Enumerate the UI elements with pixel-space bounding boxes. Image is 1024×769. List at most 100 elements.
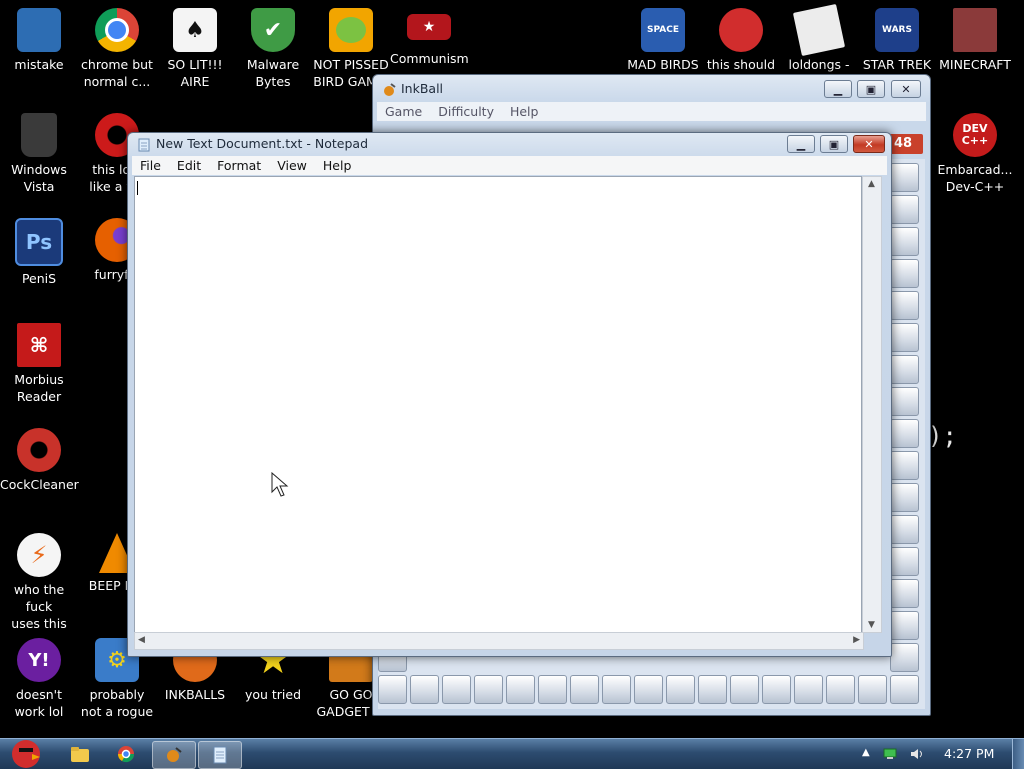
inkball-maximize-button[interactable]: ▣	[857, 80, 885, 98]
inkball-tile	[890, 163, 919, 192]
desktop-icon-mistake[interactable]: mistake	[0, 0, 78, 73]
inkball-tile	[890, 515, 919, 544]
notepad-close-button[interactable]: ✕	[853, 135, 885, 153]
inkball-menu-game[interactable]: Game	[377, 102, 430, 121]
desktop-icon-malware-bytes[interactable]: ✔ Malware Bytes	[234, 0, 312, 90]
mouse-cursor-icon	[271, 472, 289, 497]
desktop-icon-chrome[interactable]: chrome but normal c...	[78, 0, 156, 90]
notepad-window[interactable]: New Text Document.txt - Notepad ▁ ▣ ✕ Fi…	[127, 132, 892, 657]
scroll-right-icon[interactable]: ▶	[853, 635, 860, 645]
inkball-tile	[794, 675, 823, 704]
inkball-tile	[378, 675, 407, 704]
folder-icon	[71, 747, 89, 762]
inkball-tile	[826, 675, 855, 704]
background-code-fragment: );	[928, 422, 957, 450]
desktop-icon-windows-vista[interactable]: Windows Vista	[0, 105, 78, 195]
network-icon[interactable]	[883, 748, 897, 760]
inkball-tile	[730, 675, 759, 704]
desktop-icon-yahoo[interactable]: Y! doesn't work lol	[0, 630, 78, 720]
inkball-tile	[890, 227, 919, 256]
inkball-minimize-button[interactable]: ▁	[824, 80, 852, 98]
notepad-vertical-scrollbar[interactable]: ▲ ▼	[862, 176, 882, 633]
desktop-icon-morbius-reader[interactable]: ⌘ Morbius Reader	[0, 315, 78, 405]
taskbar: ▲ 4:27 PM	[0, 738, 1024, 769]
inkball-tile	[890, 387, 919, 416]
inkball-tile	[634, 675, 663, 704]
desktop-icon-communism[interactable]: ★ Communism	[390, 0, 469, 67]
desktop-icon-star-trek[interactable]: WARS STAR TREK	[858, 0, 936, 73]
inkball-app-icon	[384, 83, 396, 96]
inkball-menu-help[interactable]: Help	[502, 102, 547, 121]
start-button[interactable]	[2, 733, 50, 769]
bad-piggies-icon	[329, 8, 373, 52]
desktop-icon-who-the-fuck[interactable]: ⚡ who the fuck uses this	[0, 525, 78, 632]
scroll-left-icon[interactable]: ◀	[138, 635, 145, 645]
inkball-tile	[890, 643, 919, 672]
taskbar-explorer[interactable]	[62, 741, 98, 767]
close-icon: ✕	[901, 82, 911, 96]
ccleaner-icon	[17, 428, 61, 472]
taskbar-inkball[interactable]	[152, 741, 196, 769]
show-desktop-button[interactable]	[1012, 739, 1024, 769]
desktop-icon-ccleaner[interactable]: CockCleaner	[0, 420, 79, 493]
notepad-menu-edit[interactable]: Edit	[169, 156, 209, 175]
taskbar-clock[interactable]: 4:27 PM	[944, 746, 994, 761]
inkball-close-button[interactable]: ✕	[891, 80, 921, 98]
yahoo-messenger-icon: Y!	[17, 638, 61, 682]
scroll-up-icon[interactable]: ▲	[868, 179, 875, 189]
shield-icon: ✔	[251, 8, 295, 52]
star-wars-icon: WARS	[875, 8, 919, 52]
inkball-icon	[167, 747, 182, 762]
inkball-tile	[474, 675, 503, 704]
desktop-icon-photoshop[interactable]: Ps PeniS	[0, 210, 78, 287]
notepad-app-icon	[138, 138, 150, 152]
notepad-menubar: File Edit Format View Help	[132, 156, 887, 175]
notepad-menu-view[interactable]: View	[269, 156, 315, 175]
inkball-tile	[890, 355, 919, 384]
inkball-tile	[442, 675, 471, 704]
inkball-tile	[890, 259, 919, 288]
angry-bird-icon	[719, 8, 763, 52]
desktop-icon-solitaire[interactable]: ♠ SO LIT!!! AIRE	[156, 0, 234, 90]
desktop-icon-minecraft[interactable]: MINECRAFT	[936, 0, 1014, 73]
notepad-menu-file[interactable]: File	[132, 156, 169, 175]
inkball-tile	[666, 675, 695, 704]
notepad-horizontal-scrollbar[interactable]: ◀ ▶	[134, 632, 864, 650]
desktop-icon-this-should[interactable]: this should	[702, 0, 780, 73]
angry-bird-start-icon	[12, 740, 40, 768]
inkball-tile	[698, 675, 727, 704]
inkball-tile	[890, 611, 919, 640]
volume-icon[interactable]	[910, 748, 924, 760]
inkball-tile	[890, 419, 919, 448]
taskbar-notepad[interactable]	[198, 741, 242, 769]
text-caret	[137, 181, 138, 195]
notepad-minimize-button[interactable]: ▁	[787, 135, 815, 153]
inkball-tile	[410, 675, 439, 704]
inkball-tile	[890, 291, 919, 320]
scroll-down-icon[interactable]: ▼	[868, 620, 875, 630]
document-icon	[792, 3, 846, 57]
notepad-menu-format[interactable]: Format	[209, 156, 269, 175]
notepad-text-area[interactable]	[134, 176, 862, 633]
desktop-icon-loldongs[interactable]: loldongs -	[780, 0, 858, 73]
notepad-menu-help[interactable]: Help	[315, 156, 360, 175]
close-icon: ✕	[864, 137, 874, 151]
angry-birds-space-icon: SPACE	[641, 8, 685, 52]
show-hidden-icons-icon[interactable]: ▲	[862, 747, 876, 759]
inkball-tile	[538, 675, 567, 704]
photoshop-icon: Ps	[15, 218, 63, 266]
taskbar-chrome[interactable]	[106, 741, 146, 767]
inkball-tile	[602, 675, 631, 704]
notepad-maximize-button[interactable]: ▣	[820, 135, 848, 153]
chrome-icon	[95, 8, 139, 52]
notepad-title: New Text Document.txt - Notepad	[156, 136, 368, 151]
desktop-icon-mad-birds[interactable]: SPACE MAD BIRDS	[624, 0, 702, 73]
chrome-icon	[117, 746, 135, 763]
desktop-icon-dev-cpp[interactable]: DEV C++ Embarcad... Dev-C++	[936, 105, 1014, 195]
pdf-reader-icon: ⌘	[17, 323, 61, 367]
minimize-icon: ▁	[796, 137, 806, 151]
minecraft-icon	[953, 8, 997, 52]
communism-icon: ★	[407, 14, 451, 40]
inkball-menu-difficulty[interactable]: Difficulty	[430, 102, 502, 121]
maximize-icon: ▣	[865, 82, 877, 96]
